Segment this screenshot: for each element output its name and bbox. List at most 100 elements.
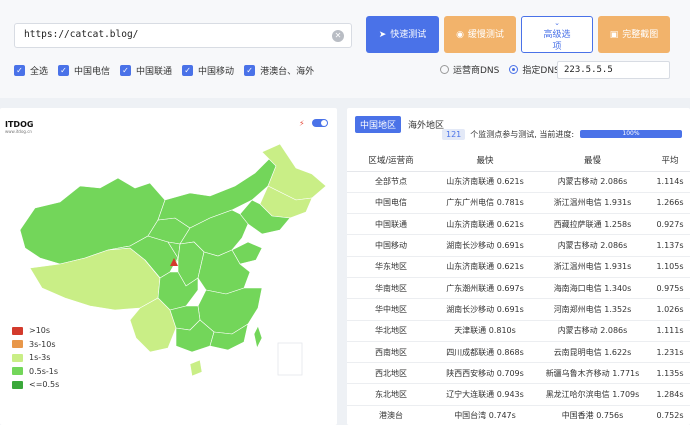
checkbox-label: 中国联通 [136,67,173,77]
fast-test-button[interactable]: ➤ 快速测试 [366,16,439,53]
checkbox-overseas[interactable]: ✓ 港澳台、海外 [244,64,314,77]
table-row: 华南地区 广东潮州联通 0.697s 海南海口电信 1.340s 0.975s [347,277,690,300]
table-row: 港澳台 中国台湾 0.747s 中国香港 0.756s 0.752s [347,405,690,425]
legend-swatch [12,340,23,349]
clock-icon: ◉ [456,29,464,40]
region-hainan [189,359,203,377]
legend-label: 0.5s-1s [29,366,59,376]
table-row: 中国联通 山东济南联通 0.621s 西藏拉萨联通 1.258s 0.927s [347,213,690,236]
row-region: 东北地区 [347,383,435,406]
checkbox-telecom[interactable]: ✓ 中国电信 [58,64,110,77]
legend-item: 3s-10s [12,338,59,352]
row-average: 1.111s [650,320,690,342]
col-header-region: 区域/运营商 [347,150,435,172]
checkbox-all[interactable]: ✓ 全选 [14,64,48,77]
slow-test-label: 缓慢测试 [467,29,504,40]
table-row: 华中地区 湖南长沙移动 0.691s 河南郑州电信 1.352s 1.026s [347,298,690,321]
row-average: 1.026s [650,298,690,321]
row-fastest: 山东济南联通 0.621s [435,213,535,236]
table-row: 西南地区 四川成都联通 0.868s 云南昆明电信 1.622s 1.231s [347,341,690,364]
top-toolbar: https://catcat.blog/ ✕ ➤ 快速测试 ◉ 缓慢测试 ⌄ 高… [0,0,690,98]
row-region: 华中地区 [347,298,435,321]
table-row: 华东地区 山东济南联通 0.621s 浙江温州电信 1.931s 1.105s [347,256,690,278]
row-fastest: 广东广州电信 0.781s [435,192,535,215]
row-average: 1.105s [650,256,690,278]
row-average: 1.135s [650,362,690,385]
results-panel: 中国地区 海外地区 121 个监测点参与测试, 当前进度: 100% 区域/运营… [347,108,690,425]
row-fastest: 中国台湾 0.747s [435,405,535,425]
row-fastest: 广东潮州联通 0.697s [435,277,535,300]
url-input-value: https://catcat.blog/ [24,29,139,40]
row-average: 1.266s [650,192,690,215]
check-icon: ✓ [244,65,256,76]
table-row: 中国移动 湖南长沙移动 0.691s 内蒙古移动 2.086s 1.137s [347,234,690,257]
legend-item: <=0.5s [12,378,59,392]
isp-checkbox-group: ✓ 全选 ✓ 中国电信 ✓ 中国联通 ✓ 中国移动 ✓ 港澳台、海外 [14,64,324,77]
dns-input[interactable]: 223.5.5.5 [557,61,670,79]
row-slowest: 浙江温州电信 1.931s [535,256,650,278]
url-input[interactable]: https://catcat.blog/ ✕ [14,23,352,48]
row-fastest: 湖南长沙移动 0.691s [435,234,535,257]
legend-swatch [12,326,23,335]
checkbox-label: 中国移动 [198,67,235,77]
radio-isp-dns[interactable] [440,65,449,74]
table-row: 华北地区 天津联通 0.810s 内蒙古移动 2.086s 1.111s [347,320,690,342]
checkbox-unicom[interactable]: ✓ 中国联通 [120,64,172,77]
table-header-row: 区域/运营商 最快 最慢 平均 [347,150,690,172]
row-average: 0.927s [650,213,690,236]
legend-swatch [12,367,23,376]
row-slowest: 浙江温州电信 1.931s [535,192,650,215]
row-slowest: 西藏拉萨联通 1.258s [535,213,650,236]
row-slowest: 新疆乌鲁木齐移动 1.771s [535,362,650,385]
checkbox-label: 港澳台、海外 [260,67,315,77]
checkbox-mobile[interactable]: ✓ 中国移动 [182,64,234,77]
table-row: 西北地区 陕西西安移动 0.709s 新疆乌鲁木齐移动 1.771s 1.135s [347,362,690,385]
row-average: 1.137s [650,234,690,257]
row-region: 华东地区 [347,256,435,278]
row-fastest: 天津联通 0.810s [435,320,535,342]
row-slowest: 海南海口电信 1.340s [535,277,650,300]
row-region: 中国电信 [347,192,435,215]
radio-custom-dns[interactable] [509,65,519,74]
table-row: 中国电信 广东广州电信 0.781s 浙江温州电信 1.931s 1.266s [347,192,690,215]
advanced-options-button[interactable]: ⌄ 高级选 项 [521,16,593,53]
check-icon: ✓ [120,65,132,76]
progress-info: 121 个监测点参与测试, 当前进度: [442,129,574,140]
row-fastest: 湖南长沙移动 0.691s [435,298,535,321]
row-region: 西北地区 [347,362,435,385]
region-taiwan [253,325,263,349]
legend-item: 1s-3s [12,351,59,365]
fast-test-label: 快速测试 [390,29,427,40]
row-average: 1.284s [650,383,690,406]
logo: ITDOG www.itdog.cn [5,120,33,134]
row-average: 0.975s [650,277,690,300]
progress-text: 个监测点参与测试, 当前进度: [470,130,575,139]
row-fastest: 山东济南联通 0.621s [435,256,535,278]
lightning-icon[interactable]: ⚡ [299,119,305,128]
dns-options: 运营商DNS 指定DNS: [440,63,563,76]
node-count-badge: 121 [442,129,466,140]
legend-item: 0.5s-1s [12,365,59,379]
checkbox-label: 全选 [30,67,49,77]
screenshot-label: 完整截图 [622,29,659,40]
advanced-label-line2: 项 [552,41,562,52]
map-toggle[interactable] [312,119,328,127]
legend-label: 1s-3s [29,353,51,363]
tab-china[interactable]: 中国地区 [355,116,402,133]
logo-subtext: www.itdog.cn [5,129,32,134]
chevron-down-icon: ⌄ [554,18,560,27]
row-slowest: 内蒙古移动 2.086s [535,171,650,193]
clear-icon[interactable]: ✕ [332,30,344,42]
check-icon: ✓ [58,65,70,76]
col-header-average: 平均 [650,150,690,172]
play-icon: ➤ [378,29,387,40]
screenshot-button[interactable]: ▣ 完整截图 [598,16,670,53]
legend-swatch [12,353,23,362]
slow-test-button[interactable]: ◉ 缓慢测试 [444,16,516,53]
checkbox-label: 中国电信 [74,67,111,77]
col-header-slowest: 最慢 [535,150,650,172]
legend-label: 3s-10s [29,339,56,349]
radio-isp-dns-label: 运营商DNS [453,66,500,76]
row-region: 全部节点 [347,171,435,193]
legend-item: >10s [12,324,59,338]
